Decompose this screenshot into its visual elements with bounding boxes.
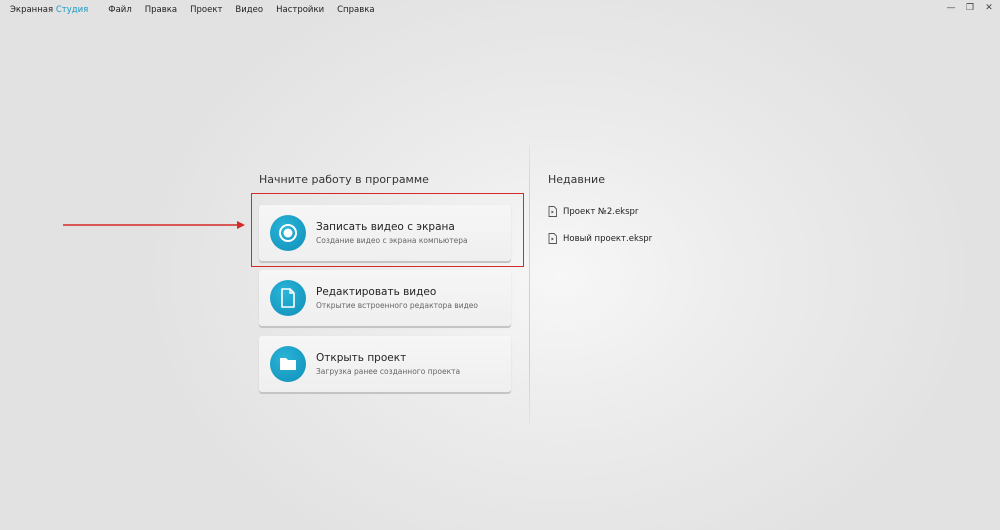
menu-file[interactable]: Файл bbox=[108, 5, 131, 15]
project-file-icon bbox=[548, 233, 557, 244]
folder-icon bbox=[270, 346, 306, 382]
recent-heading: Недавние bbox=[548, 173, 605, 186]
project-file-icon bbox=[548, 206, 557, 217]
recent-item[interactable]: Проект №2.ekspr bbox=[548, 206, 638, 217]
minimize-icon[interactable]: — bbox=[946, 3, 956, 13]
menu-edit[interactable]: Правка bbox=[145, 5, 177, 15]
menu-bar: Экранная Студия Файл Правка Проект Видео… bbox=[0, 0, 1000, 20]
app-title-accent: Студия bbox=[55, 5, 89, 15]
menu-settings[interactable]: Настройки bbox=[276, 5, 324, 15]
edit-video-subtitle: Открытие встроенного редактора видео bbox=[316, 300, 478, 310]
open-project-subtitle: Загрузка ранее созданного проекта bbox=[316, 366, 461, 376]
open-project-title: Открыть проект bbox=[316, 351, 407, 364]
recent-item-label: Новый проект.ekspr bbox=[563, 233, 653, 244]
menu-project[interactable]: Проект bbox=[190, 5, 222, 15]
app-title-main: Экранная bbox=[10, 5, 54, 15]
recent-item[interactable]: Новый проект.ekspr bbox=[548, 233, 652, 244]
menu-video[interactable]: Видео bbox=[235, 5, 263, 15]
menu-help[interactable]: Справка bbox=[337, 5, 374, 15]
edit-video-title: Редактировать видео bbox=[316, 285, 437, 298]
start-section: Начните работу в программе Записать виде… bbox=[259, 173, 513, 392]
document-icon bbox=[270, 280, 306, 316]
app-title: Экранная Студия bbox=[10, 5, 88, 15]
recent-item-label: Проект №2.ekspr bbox=[563, 206, 639, 217]
close-icon[interactable]: ✕ bbox=[984, 3, 994, 13]
restore-icon[interactable]: ❐ bbox=[965, 3, 975, 13]
recent-section: Недавние Проект №2.ekspr Новый проект.ek… bbox=[548, 173, 748, 244]
edit-video-button[interactable]: Редактировать видео Открытие встроенного… bbox=[259, 270, 511, 326]
column-divider bbox=[529, 145, 530, 425]
annotation-arrow bbox=[63, 221, 245, 229]
open-project-button[interactable]: Открыть проект Загрузка ранее созданного… bbox=[259, 336, 511, 392]
annotation-highlight-box bbox=[251, 193, 524, 267]
window-controls: — ❐ ✕ bbox=[946, 3, 994, 13]
start-heading: Начните работу в программе bbox=[259, 173, 429, 186]
